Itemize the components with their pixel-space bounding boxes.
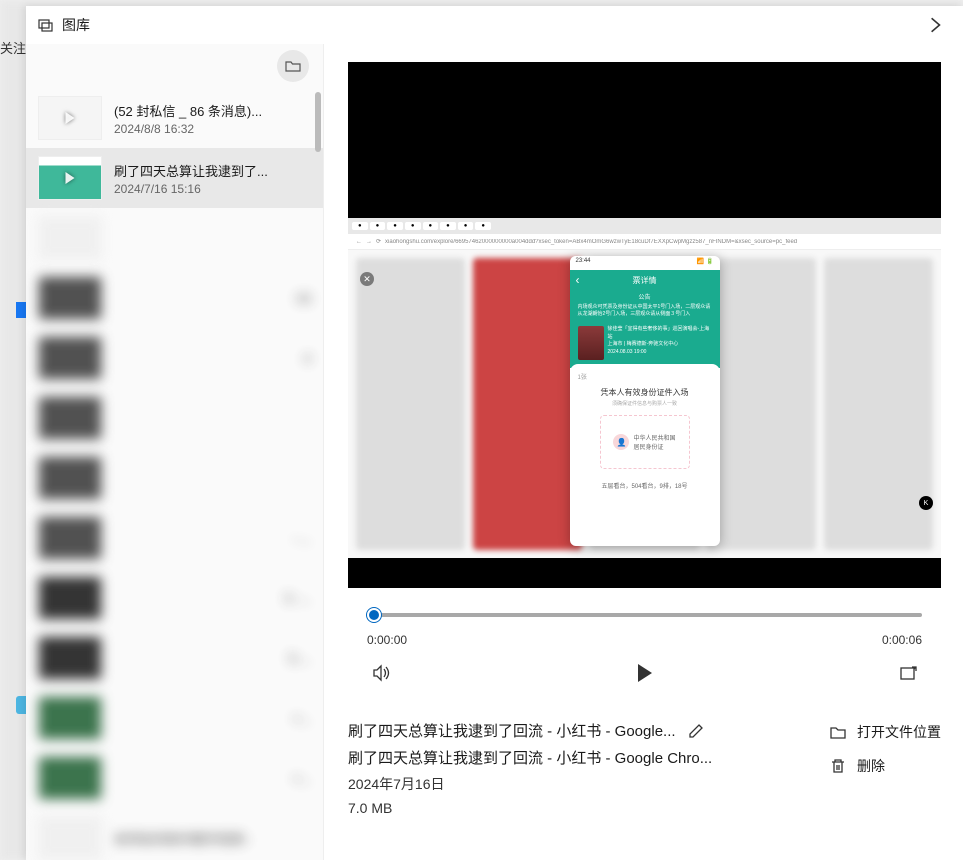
open-location-label: 打开文件位置 <box>857 722 941 742</box>
file-date: 2024年7月16日 <box>348 774 797 794</box>
folder-icon <box>285 58 301 74</box>
file-size: 7.0 MB <box>348 800 797 816</box>
delete-button[interactable]: 删除 <box>829 756 941 776</box>
fullscreen-icon <box>900 665 917 682</box>
badge-icon: K <box>919 496 933 510</box>
progress-handle[interactable] <box>367 608 381 622</box>
pencil-icon <box>688 723 704 739</box>
gallery-app-icon <box>38 17 54 33</box>
open-file-location-button[interactable]: 打开文件位置 <box>829 722 941 742</box>
item-date: 2024/8/8 16:32 <box>114 122 311 136</box>
list-item: <... <box>26 748 323 808</box>
video-controls: 0:00:00 0:00:06 <box>348 588 941 698</box>
video-content-screenshot: ●●●●●●●● ←→⟳xiaohongshu.com/explore/6695… <box>348 218 941 558</box>
list-item: 老师如何制作教学视频 - <box>26 808 323 860</box>
list-item: 5 -... <box>26 568 323 628</box>
gallery-window: 图库 (52 封私信 _ 86 条消息)... 2024/8/8 16:32 <box>26 6 963 860</box>
window-title: 图库 <box>62 15 919 35</box>
volume-icon <box>372 664 390 682</box>
folder-button[interactable] <box>277 50 309 82</box>
duration-label: 0:00:06 <box>882 633 922 647</box>
list-item: 4 <box>26 328 323 388</box>
list-item: 03 <box>26 268 323 328</box>
list-item <box>26 448 323 508</box>
sidebar-toolbar <box>26 44 323 88</box>
list-item: <... <box>26 688 323 748</box>
trash-icon <box>829 757 847 775</box>
play-icon <box>638 664 652 682</box>
item-title: 刷了四天总算让我逮到了... <box>114 161 311 180</box>
video-player: ●●●●●●●● ←→⟳xiaohongshu.com/explore/6695… <box>348 62 941 698</box>
overlay-close-icon: ✕ <box>360 272 374 286</box>
file-metadata: 刷了四天总算让我逮到了回流 - 小红书 - Google... 刷了四天总算让我… <box>348 720 941 816</box>
video-thumbnail <box>38 96 102 140</box>
title-bar: 图库 <box>26 6 963 44</box>
rename-button[interactable] <box>686 721 706 741</box>
delete-label: 删除 <box>857 756 885 776</box>
progress-bar[interactable] <box>367 607 922 623</box>
file-app-source: 刷了四天总算让我逮到了回流 - 小红书 - Google Chro... <box>348 747 797 768</box>
video-thumbnail <box>38 156 102 200</box>
list-item <box>26 208 323 268</box>
list-item: - ... <box>26 508 323 568</box>
fullscreen-button[interactable] <box>894 659 922 687</box>
volume-button[interactable] <box>367 659 395 687</box>
folder-icon <box>829 723 847 741</box>
list-item[interactable]: (52 封私信 _ 86 条消息)... 2024/8/8 16:32 <box>26 88 323 148</box>
list-item <box>26 388 323 448</box>
current-time-label: 0:00:00 <box>367 633 407 647</box>
item-date: 2024/7/16 15:16 <box>114 182 311 196</box>
item-title: (52 封私信 _ 86 条消息)... <box>114 101 311 120</box>
list-item[interactable]: 刷了四天总算让我逮到了... 2024/7/16 15:16 <box>26 148 323 208</box>
preview-pane: ●●●●●●●● ←→⟳xiaohongshu.com/explore/6695… <box>324 44 963 860</box>
sidebar: (52 封私信 _ 86 条消息)... 2024/8/8 16:32 刷了四天… <box>26 44 324 860</box>
file-title: 刷了四天总算让我逮到了回流 - 小红书 - Google... <box>348 720 676 741</box>
video-frame[interactable]: ●●●●●●●● ←→⟳xiaohongshu.com/explore/6695… <box>348 62 941 588</box>
close-button[interactable] <box>919 9 951 41</box>
play-button[interactable] <box>631 659 659 687</box>
background-tab-label: 关注 <box>0 38 26 57</box>
media-list[interactable]: (52 封私信 _ 86 条消息)... 2024/8/8 16:32 刷了四天… <box>26 88 323 860</box>
list-item: 5-... <box>26 628 323 688</box>
sidebar-scrollbar[interactable] <box>311 88 323 860</box>
